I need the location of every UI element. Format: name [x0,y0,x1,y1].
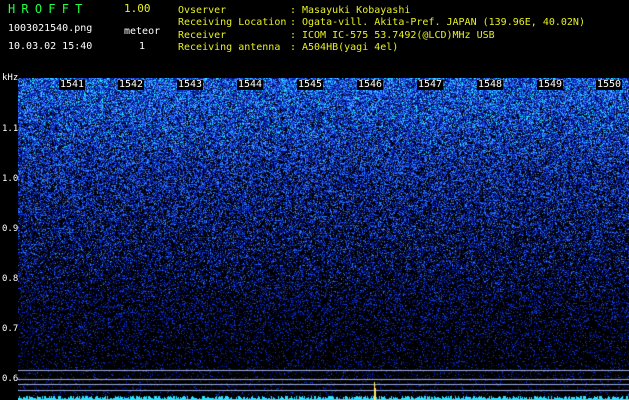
x-tick-label: 1549 [537,79,564,90]
y-tick-label: 1.0 [2,174,19,184]
x-tick-label: 1546 [357,79,384,90]
info-row-antenna: Receiving antenna : A504HB(yagi 4el) [178,42,585,54]
x-tick-label: 1544 [237,79,264,90]
app-title: HROFFT [8,2,89,16]
station-info: Ovserver : Masayuki Kobayashi Receiving … [178,5,585,54]
capture-datetime: 10.03.02 15:40 [8,41,93,52]
y-axis-unit: kHz [2,73,19,83]
info-value: Masayuki Kobayashi [302,5,411,16]
x-tick-label: 1548 [477,79,504,90]
info-value: A504HB(yagi 4el) [302,41,399,53]
info-row-location: Receiving Location : Ogata-vill. Akita-P… [178,17,585,29]
y-tick-label: 0.6 [2,374,19,384]
info-separator: : [290,17,297,29]
info-separator: : [290,5,297,16]
x-tick-label: 1545 [297,79,324,90]
spectrogram-canvas [18,78,629,400]
y-tick-label: 1.1 [2,124,19,134]
x-tick-label: 1550 [596,79,623,90]
info-separator: : [290,41,297,53]
info-value: ICOM IC-575 53.7492(@LCD)MHz USB [302,29,495,41]
info-key: Receiving antenna [178,41,281,53]
info-key: Receiver [178,29,227,41]
info-key: Ovserver [178,5,227,16]
meteor-label: meteor [124,26,161,37]
info-key: Receiving Location [178,17,287,29]
info-value: Ogata-vill. Akita-Pref. JAPAN (139.96E, … [302,17,585,29]
y-tick-label: 0.8 [2,274,19,284]
info-separator: : [290,29,297,41]
meteor-count: 1 [139,41,146,52]
y-tick-label: 0.9 [2,224,19,234]
x-tick-label: 1541 [59,79,86,90]
hrofft-window: HROFFT 1.00 1003021540.png 10.03.02 15:4… [0,0,629,400]
app-version: 1.00 [124,2,151,15]
x-tick-label: 1543 [177,79,204,90]
y-tick-label: 0.7 [2,324,19,334]
x-tick-label: 1547 [417,79,444,90]
info-row-observer: Ovserver : Masayuki Kobayashi [178,5,585,17]
x-tick-label: 1542 [118,79,145,90]
file-name: 1003021540.png [8,23,93,34]
info-row-receiver: Receiver : ICOM IC-575 53.7492(@LCD)MHz … [178,30,585,42]
